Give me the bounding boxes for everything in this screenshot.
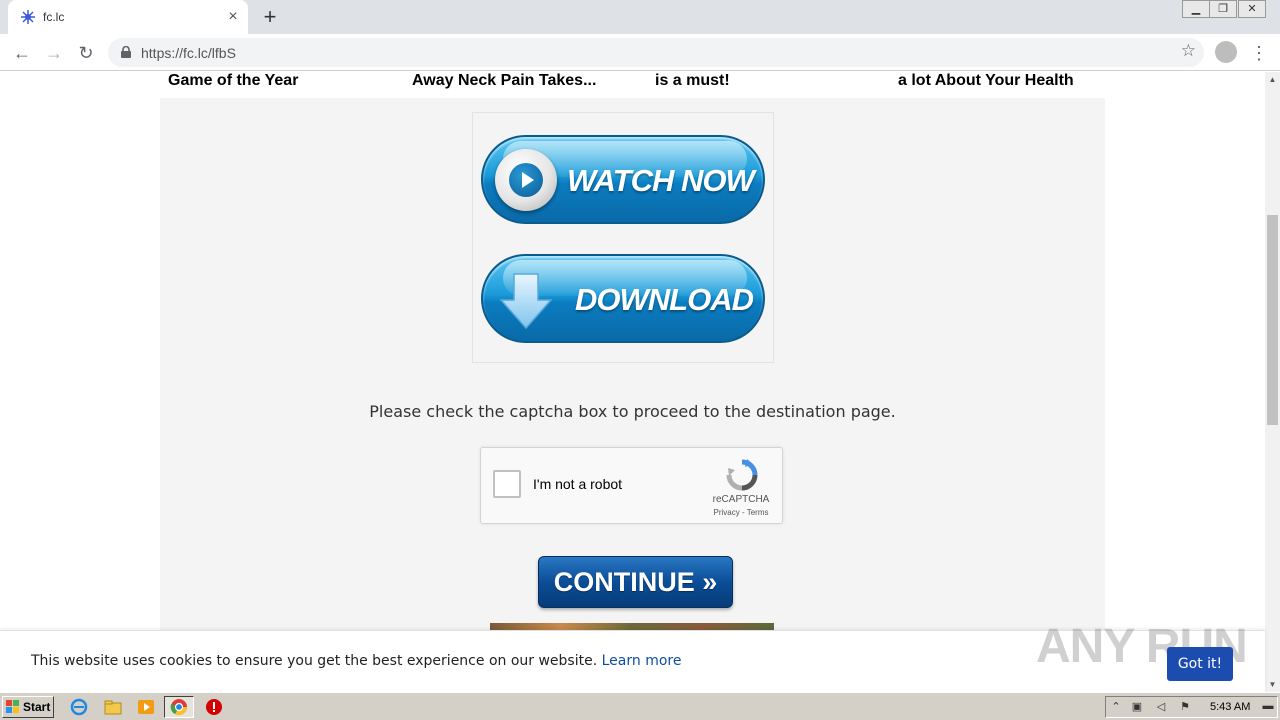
tab-title: fc.lc — [43, 10, 65, 24]
headline-link[interactable]: is a must! — [655, 72, 730, 90]
bookmark-star-icon[interactable]: ☆ — [1181, 41, 1196, 61]
action-center-flag-icon[interactable]: ⚑ — [1178, 700, 1192, 714]
site-favicon-icon — [21, 10, 35, 24]
menu-icon[interactable]: ⋮ — [1250, 40, 1268, 66]
windows-flag-icon — [6, 700, 19, 713]
recaptcha-brand: reCAPTCHA — [712, 494, 770, 505]
profile-avatar-icon[interactable] — [1215, 41, 1237, 63]
captcha-instruction: Please check the captcha box to proceed … — [369, 402, 896, 421]
taskbar-chrome-button[interactable] — [164, 696, 194, 718]
recaptcha-widget: I'm not a robot reCAPTCHA Privacy - Term… — [480, 447, 783, 524]
os-taskbar: Start ⌃ ▣ ◁ ⚑ 5:43 AM ▬ — [0, 692, 1280, 720]
tab-strip: fc.lc × + ▁ ❐ ✕ — [0, 0, 1280, 34]
volume-icon[interactable]: ◁ — [1154, 700, 1168, 714]
internet-explorer-icon[interactable] — [70, 698, 88, 716]
security-alert-icon[interactable] — [205, 698, 223, 716]
start-label: Start — [23, 700, 51, 714]
download-label: DOWNLOAD — [575, 282, 754, 317]
recaptcha-terms-link[interactable]: Privacy - Terms — [701, 508, 781, 517]
folder-icon[interactable] — [104, 698, 122, 716]
ad-buttons-box: WATCH NOW DOWNLOAD — [472, 112, 774, 363]
system-tray: ⌃ ▣ ◁ ⚑ 5:43 AM ▬ — [1105, 696, 1278, 718]
cookie-message: This website uses cookies to ensure you … — [31, 653, 681, 669]
network-icon[interactable]: ▣ — [1130, 700, 1144, 714]
download-arrow-icon — [499, 273, 553, 330]
cookie-consent-bar: ANY RUN This website uses cookies to ens… — [0, 620, 1265, 692]
media-player-icon[interactable] — [137, 698, 155, 716]
watch-now-label: WATCH NOW — [567, 163, 755, 198]
page-viewport: Game of the Year Away Neck Pain Takes...… — [0, 72, 1265, 692]
got-it-button[interactable]: Got it! — [1167, 647, 1233, 681]
chrome-icon — [170, 699, 188, 716]
headline-link[interactable]: Away Neck Pain Takes... — [412, 72, 596, 90]
recaptcha-logo-icon — [726, 459, 758, 491]
headline-link[interactable]: a lot About Your Health — [898, 72, 1074, 90]
back-icon[interactable]: ← — [9, 40, 35, 66]
restore-button[interactable]: ❐ — [1209, 0, 1237, 18]
cookie-text: This website uses cookies to ensure you … — [31, 653, 598, 669]
headline-link[interactable]: Game of the Year — [168, 72, 298, 90]
new-tab-button[interactable]: + — [258, 5, 282, 29]
address-bar[interactable]: https://fc.lc/lfbS ☆ — [108, 38, 1204, 67]
play-icon — [495, 149, 557, 211]
continue-label: CONTINUE » — [553, 567, 718, 597]
continue-button[interactable]: CONTINUE » — [538, 556, 733, 608]
tray-expand-icon[interactable]: ⌃ — [1109, 700, 1123, 714]
scroll-up-icon[interactable]: ▲ — [1265, 72, 1280, 87]
headline-row: Game of the Year Away Neck Pain Takes...… — [160, 72, 1105, 98]
clock[interactable]: 5:43 AM — [1210, 701, 1250, 713]
scroll-thumb[interactable] — [1267, 215, 1278, 425]
main-content: Game of the Year Away Neck Pain Takes...… — [160, 72, 1105, 692]
minimize-button[interactable]: ▁ — [1182, 0, 1210, 18]
scroll-down-icon[interactable]: ▼ — [1265, 677, 1280, 692]
tab-active[interactable]: fc.lc × — [8, 0, 248, 34]
recaptcha-label: I'm not a robot — [533, 476, 623, 492]
show-desktop-icon[interactable]: ▬ — [1261, 700, 1275, 714]
watch-now-button[interactable]: WATCH NOW — [481, 135, 765, 224]
tab-close-icon[interactable]: × — [224, 8, 242, 26]
start-button[interactable]: Start — [2, 696, 54, 718]
reload-icon[interactable]: ↻ — [73, 40, 99, 66]
close-window-button[interactable]: ✕ — [1238, 0, 1266, 18]
forward-icon[interactable]: → — [41, 40, 67, 66]
lock-icon — [121, 46, 131, 58]
recaptcha-checkbox[interactable] — [493, 470, 521, 498]
browser-toolbar: ← → ↻ https://fc.lc/lfbS ☆ ⋮ — [0, 34, 1280, 71]
download-button[interactable]: DOWNLOAD — [481, 254, 765, 343]
url-text: https://fc.lc/lfbS — [141, 45, 236, 61]
vertical-scrollbar[interactable]: ▲ ▼ — [1265, 72, 1280, 692]
learn-more-link[interactable]: Learn more — [602, 653, 682, 669]
